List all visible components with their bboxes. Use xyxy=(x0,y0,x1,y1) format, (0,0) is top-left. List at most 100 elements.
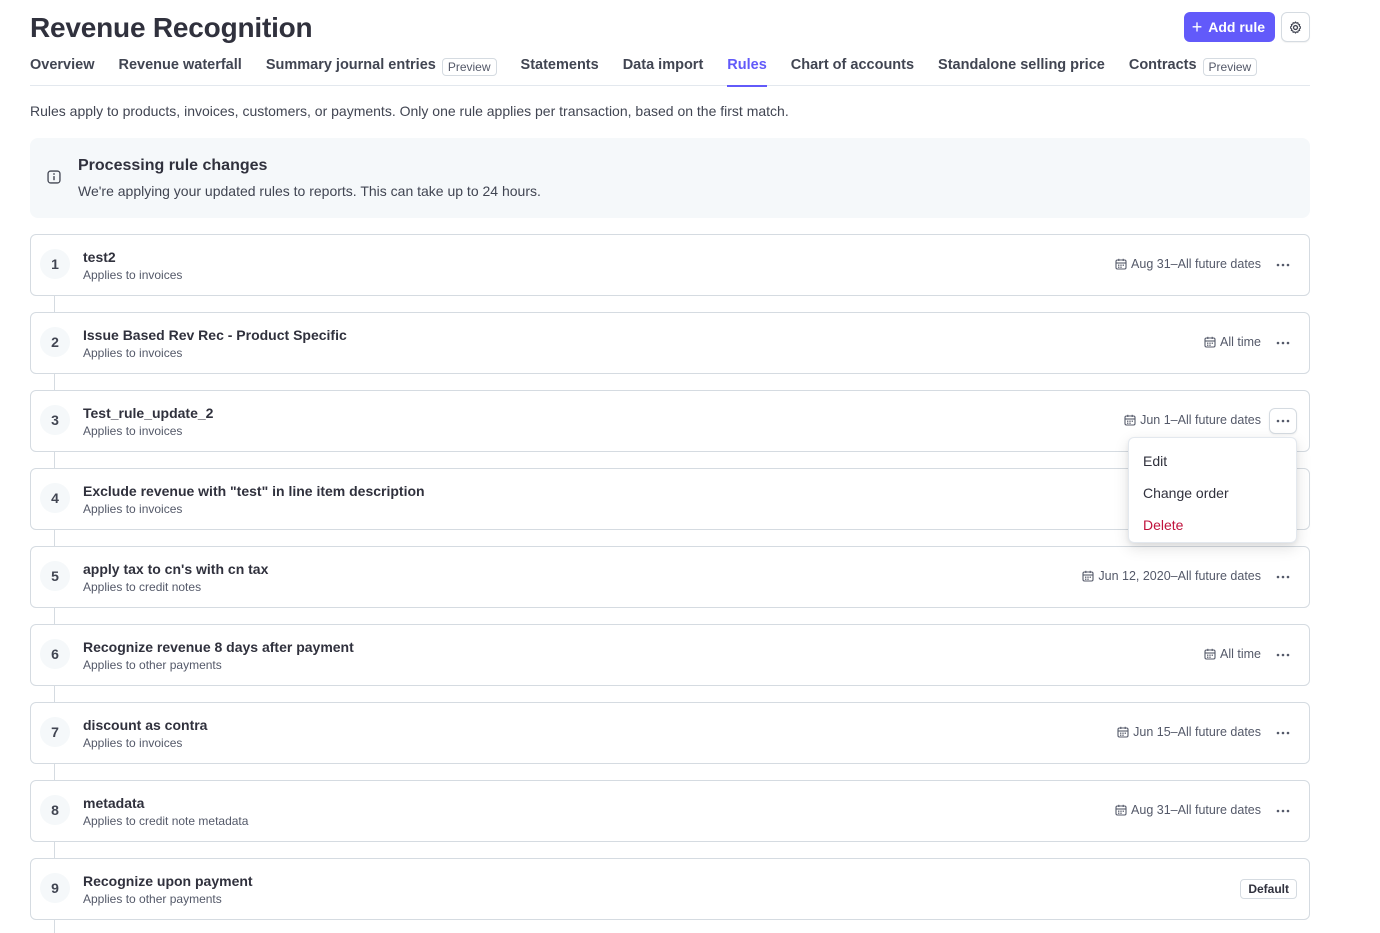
menu-item-edit[interactable]: Edit xyxy=(1129,445,1296,477)
rule-row[interactable]: 6 Recognize revenue 8 days after payment A… xyxy=(30,624,1310,686)
ellipsis-icon xyxy=(1276,653,1290,657)
tab-label: Chart of accounts xyxy=(790,57,915,73)
rule-date-range: Jun 12, 2020–All future dates xyxy=(1082,569,1261,583)
rule-date-range: All time xyxy=(1204,647,1261,661)
tab-summary-journal-entries[interactable]: Summary journal entries Preview xyxy=(266,54,497,86)
calendar-icon xyxy=(1124,414,1136,426)
rule-order-number: 7 xyxy=(40,717,70,747)
tab-statements[interactable]: Statements xyxy=(521,54,599,86)
rule-more-button[interactable] xyxy=(1269,642,1297,668)
tab-label: Revenue waterfall xyxy=(118,57,242,73)
rule-name: Recognize revenue 8 days after payment xyxy=(83,639,354,655)
rule-applies-to: Applies to invoices xyxy=(83,346,183,360)
rule-applies-to: Applies to credit notes xyxy=(83,580,202,594)
tab-overview[interactable]: Overview xyxy=(30,54,95,86)
calendar-icon xyxy=(1204,336,1216,348)
tab-data-import[interactable]: Data import xyxy=(623,54,704,86)
default-badge: Default xyxy=(1240,879,1297,899)
info-icon xyxy=(47,170,61,184)
rule-order-number: 4 xyxy=(40,483,70,513)
rule-dates-text: Jun 1–All future dates xyxy=(1140,413,1261,427)
tab-label: Overview xyxy=(30,57,95,73)
rule-order-number: 1 xyxy=(40,249,70,279)
rule-dates-text: Jun 15–All future dates xyxy=(1133,725,1261,739)
tab-chart-of-accounts[interactable]: Chart of accounts xyxy=(791,54,914,86)
gear-icon xyxy=(1290,20,1301,34)
rule-more-button[interactable] xyxy=(1269,252,1297,278)
rule-connector xyxy=(54,764,55,780)
ellipsis-icon xyxy=(1276,341,1290,345)
rule-row[interactable]: 4 Exclude revenue with "test" in line ite… xyxy=(30,468,1310,530)
rule-date-range: All time xyxy=(1204,335,1261,349)
rule-name: discount as contra xyxy=(83,717,208,733)
tab-label: Standalone selling price xyxy=(938,57,1105,73)
rule-date-range: Aug 31–All future dates xyxy=(1115,803,1261,817)
rule-row[interactable]: 3 Test_rule_update_2 Applies to invoices Ju… xyxy=(30,390,1310,452)
tab-label: Data import xyxy=(622,57,704,73)
tab-label: Summary journal entries xyxy=(265,57,436,73)
rule-row[interactable]: 8 metadata Applies to credit note metadata… xyxy=(30,780,1310,842)
tab-standalone-selling-price[interactable]: Standalone selling price xyxy=(938,54,1105,86)
rule-connector xyxy=(54,686,55,702)
rule-more-button[interactable] xyxy=(1269,330,1297,356)
rule-name: Issue Based Rev Rec - Product Specific xyxy=(83,327,347,343)
tab-label: Statements xyxy=(520,57,599,73)
tab-label: Rules xyxy=(727,57,767,73)
page-header: Revenue Recognition + Add rule xyxy=(30,12,1310,44)
banner-title: Processing rule changes xyxy=(78,157,268,174)
rule-connector xyxy=(54,608,55,624)
rule-actions-menu: Edit Change order Delete xyxy=(1128,437,1297,543)
rule-applies-to: Applies to invoices xyxy=(83,736,183,750)
rule-applies-to: Applies to other payments xyxy=(83,658,222,672)
calendar-icon xyxy=(1204,648,1216,660)
plus-icon: + xyxy=(1191,16,1203,37)
rule-order-number: 8 xyxy=(40,795,70,825)
rule-connector xyxy=(54,920,55,933)
calendar-icon xyxy=(1082,570,1094,582)
rule-name: apply tax to cn's with cn tax xyxy=(83,561,269,577)
rule-connector xyxy=(54,296,55,312)
rule-dates-text: Aug 31–All future dates xyxy=(1131,803,1261,817)
ellipsis-icon xyxy=(1276,263,1290,267)
rule-name: Exclude revenue with "test" in line item… xyxy=(83,483,425,499)
rule-date-range: Jun 15–All future dates xyxy=(1117,725,1261,739)
settings-button[interactable] xyxy=(1281,12,1310,42)
rule-date-range: Jun 1–All future dates xyxy=(1124,413,1261,427)
tab-contracts[interactable]: Contracts Preview xyxy=(1129,54,1258,86)
rule-applies-to: Applies to other payments xyxy=(83,892,222,906)
rule-connector xyxy=(54,452,55,468)
rule-row[interactable]: 2 Issue Based Rev Rec - Product Specific A… xyxy=(30,312,1310,374)
rule-row[interactable]: 5 apply tax to cn's with cn tax Applies to… xyxy=(30,546,1310,608)
rule-date-range: Aug 31–All future dates xyxy=(1115,257,1261,271)
rule-name: metadata xyxy=(83,795,145,811)
rule-dates-text: All time xyxy=(1220,335,1261,349)
rule-connector xyxy=(54,374,55,390)
rule-order-number: 6 xyxy=(40,639,70,669)
tab-revenue-waterfall[interactable]: Revenue waterfall xyxy=(119,54,242,86)
rule-dates-text: All time xyxy=(1220,647,1261,661)
rule-order-number: 2 xyxy=(40,327,70,357)
rule-row[interactable]: 1 test2 Applies to invoices Aug 31–All futu… xyxy=(30,234,1310,296)
rule-name: Test_rule_update_2 xyxy=(83,405,214,421)
ellipsis-icon xyxy=(1276,575,1290,579)
rule-row[interactable]: 9 Recognize upon payment Applies to other … xyxy=(30,858,1310,920)
rule-connector xyxy=(54,842,55,858)
add-rule-button[interactable]: + Add rule xyxy=(1183,12,1275,42)
rule-more-button[interactable] xyxy=(1269,720,1297,746)
page-title: Revenue Recognition xyxy=(30,12,313,43)
calendar-icon xyxy=(1115,258,1127,270)
rule-more-button[interactable] xyxy=(1269,408,1297,434)
preview-badge: Preview xyxy=(441,58,497,76)
menu-item-change-order[interactable]: Change order xyxy=(1129,477,1296,509)
rule-row[interactable]: 7 discount as contra Applies to invoices Ju… xyxy=(30,702,1310,764)
rules-intro-text: Rules apply to products, invoices, custo… xyxy=(30,103,789,119)
menu-item-delete[interactable]: Delete xyxy=(1129,509,1296,541)
rule-name: test2 xyxy=(83,249,116,265)
rule-connector xyxy=(54,530,55,546)
banner-text: We're applying your updated rules to rep… xyxy=(78,183,541,199)
rule-more-button[interactable] xyxy=(1269,798,1297,824)
rule-order-number: 9 xyxy=(40,873,70,903)
rule-more-button[interactable] xyxy=(1269,564,1297,590)
tab-rules[interactable]: Rules xyxy=(727,54,767,87)
rule-order-number: 5 xyxy=(40,561,70,591)
